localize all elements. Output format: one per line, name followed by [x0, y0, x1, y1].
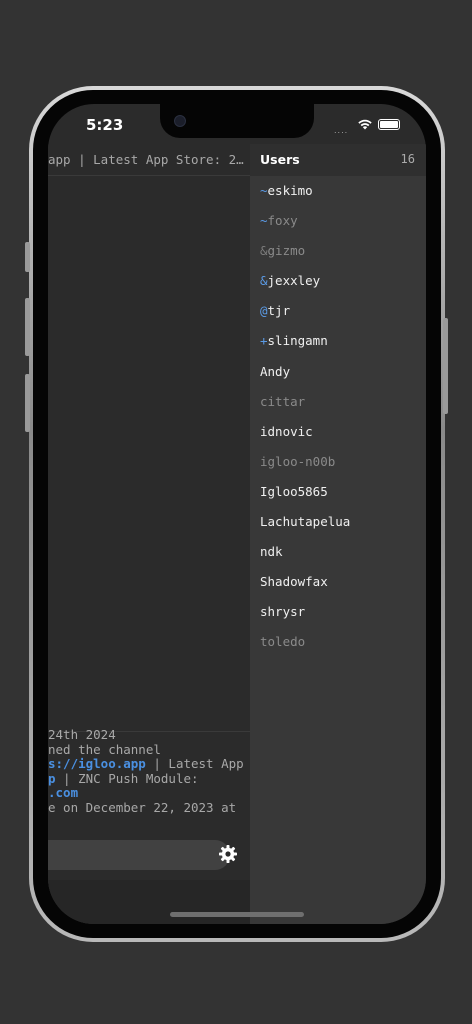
topic-link[interactable]: p [48, 772, 56, 786]
user-nick: Igloo5865 [260, 483, 328, 499]
status-time: 5:23 [86, 116, 124, 134]
silent-switch [25, 242, 30, 272]
user-item[interactable]: igloo-n00b [250, 447, 426, 477]
users-count: 16 [400, 152, 415, 166]
chat-pane: app | Latest App Store: 2… 24th 2024 ned… [48, 144, 250, 924]
gear-icon [219, 845, 237, 863]
user-item[interactable]: @tjr [250, 296, 426, 326]
join-message: ned the channel [48, 742, 161, 757]
user-item[interactable]: shrysr [250, 597, 426, 627]
user-nick: shrysr [260, 604, 306, 620]
camera-icon [174, 115, 186, 127]
user-mode-prefix: + [260, 333, 268, 349]
message-input[interactable] [48, 840, 230, 870]
topic-message: p | ZNC Push Module: [48, 772, 250, 787]
user-nick: foxy [267, 213, 298, 229]
topic-link[interactable]: .com [48, 786, 78, 800]
topic-message: .com [48, 786, 250, 801]
topic-set-message: e on December 22, 2023 at [48, 800, 237, 815]
user-nick: Andy [260, 363, 291, 379]
wifi-icon [358, 119, 372, 130]
topic-text: | ZNC Push Module: [55, 771, 199, 786]
user-mode-prefix: @ [260, 303, 268, 319]
volume-down-button [25, 374, 30, 432]
divider [48, 175, 250, 176]
user-item[interactable]: idnovic [250, 417, 426, 447]
power-button [443, 318, 448, 414]
user-item[interactable]: Igloo5865 [250, 477, 426, 507]
user-nick: Lachutapelua [260, 514, 351, 530]
user-item[interactable]: ~eskimo [250, 176, 426, 206]
user-nick: idnovic [260, 423, 313, 439]
users-panel: Users 16 ~eskimo ~foxy &gizmo &jexxley @tjr +… [250, 144, 426, 924]
home-indicator[interactable] [170, 912, 304, 917]
user-item[interactable]: ~foxy [250, 206, 426, 236]
user-nick: eskimo [267, 183, 313, 198]
users-header: Users 16 [250, 144, 426, 176]
user-item[interactable]: +slingamn [250, 326, 426, 356]
channel-topic[interactable]: app | Latest App Store: 2… [48, 152, 250, 172]
user-nick: tjr [267, 303, 291, 319]
users-title: Users [260, 152, 300, 167]
channel-topic-text: app | Latest App Store: 2… [48, 152, 244, 167]
user-nick: cittar [260, 393, 306, 409]
user-mode-prefix: ~ [260, 183, 268, 198]
user-item[interactable]: Shadowfax [250, 567, 426, 597]
battery-icon [378, 119, 400, 130]
user-nick: toledo [260, 634, 306, 650]
user-item[interactable]: cittar [250, 387, 426, 417]
signal-icon: .... [334, 126, 349, 135]
user-nick: gizmo [267, 243, 306, 259]
user-item[interactable]: Lachutapelua [250, 507, 426, 537]
user-nick: slingamn [267, 333, 328, 349]
input-row [48, 838, 250, 878]
user-mode-prefix: & [260, 273, 268, 289]
user-nick: jexxley [267, 273, 321, 289]
user-item[interactable]: &gizmo [250, 236, 426, 266]
user-nick: Shadowfax [260, 574, 328, 590]
user-mode-prefix: & [260, 243, 268, 259]
keyboard-area [48, 880, 250, 924]
user-nick: ndk [260, 544, 283, 560]
user-nick: igloo-n00b [260, 453, 336, 469]
topic-link[interactable]: s://igloo.app [48, 757, 146, 771]
user-mode-prefix: ~ [260, 213, 268, 229]
message-list[interactable]: 24th 2024 ned the channel s://igloo.app … [48, 728, 250, 816]
user-item[interactable]: &jexxley [250, 266, 426, 296]
screen: app | Latest App Store: 2… 24th 2024 ned… [48, 104, 426, 924]
user-item[interactable]: toledo [250, 627, 426, 657]
user-item[interactable]: Andy [250, 357, 426, 387]
settings-button[interactable] [216, 842, 240, 866]
user-list: ~eskimo ~foxy &gizmo &jexxley @tjr +slingamn A… [250, 176, 426, 658]
topic-message: s://igloo.app | Latest App [48, 757, 250, 772]
user-item[interactable]: ndk [250, 537, 426, 567]
date-separator: 24th 2024 [48, 728, 116, 742]
volume-up-button [25, 298, 30, 356]
topic-text: | Latest App [145, 757, 244, 772]
